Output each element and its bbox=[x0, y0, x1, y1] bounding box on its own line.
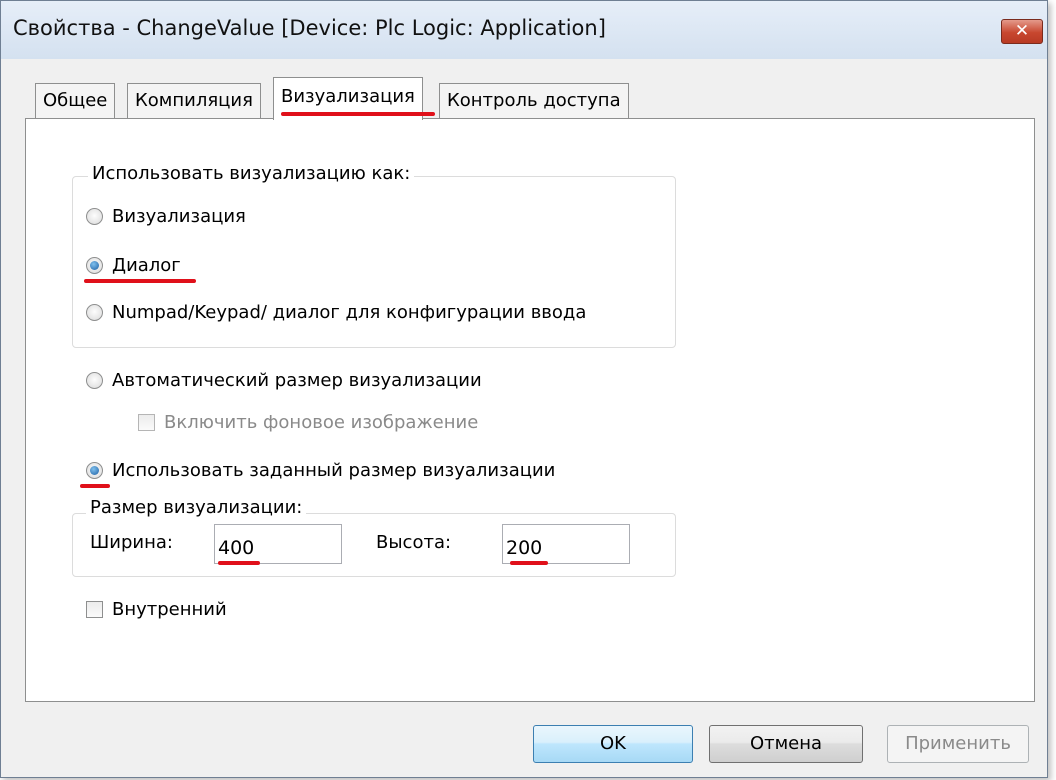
radio-numpad-keypad[interactable]: Numpad/Keypad/ диалог для конфигурации в… bbox=[86, 302, 586, 323]
checkbox-background-image[interactable]: Включить фоновое изображение bbox=[138, 412, 478, 433]
properties-dialog: Свойства - ChangeValue [Device: Plc Logi… bbox=[0, 0, 1048, 778]
radio-visualization-label: Визуализация bbox=[112, 206, 246, 227]
radio-numpad-indicator bbox=[86, 304, 103, 321]
tab-compilation[interactable]: Компиляция bbox=[127, 83, 261, 119]
dialog-highlight-underline bbox=[84, 279, 196, 283]
checkbox-internal-label: Внутренний bbox=[112, 599, 227, 620]
ok-button[interactable]: OK bbox=[533, 725, 693, 763]
radio-auto-size-label: Автоматический размер визуализации bbox=[112, 370, 482, 391]
radio-dialog[interactable]: Диалог bbox=[86, 255, 181, 276]
radio-fixed-size-indicator bbox=[86, 462, 103, 479]
apply-button[interactable]: Применить bbox=[887, 725, 1029, 763]
height-input[interactable] bbox=[502, 524, 630, 564]
radio-dialog-indicator bbox=[86, 257, 103, 274]
size-group-legend: Размер визуализации: bbox=[86, 497, 307, 518]
fixed-size-highlight-underline bbox=[80, 484, 110, 488]
radio-fixed-size[interactable]: Использовать заданный размер визуализаци… bbox=[86, 460, 555, 481]
width-label: Ширина: bbox=[90, 532, 173, 553]
title-bar[interactable]: Свойства - ChangeValue [Device: Plc Logi… bbox=[1, 1, 1047, 59]
usage-group-legend: Использовать визуализацию как: bbox=[88, 163, 415, 184]
window-title: Свойства - ChangeValue [Device: Plc Logi… bbox=[13, 16, 606, 40]
checkbox-internal[interactable]: Внутренний bbox=[86, 599, 227, 620]
radio-auto-size[interactable]: Автоматический размер визуализации bbox=[86, 370, 482, 391]
tab-highlight-underline bbox=[281, 112, 435, 116]
tab-panel-visualization: Использовать визуализацию как: Визуализа… bbox=[25, 118, 1035, 702]
height-label: Высота: bbox=[376, 532, 452, 553]
height-highlight-underline bbox=[510, 561, 548, 565]
checkbox-background-image-label: Включить фоновое изображение bbox=[164, 412, 479, 433]
radio-visualization-indicator bbox=[86, 208, 103, 225]
radio-auto-size-indicator bbox=[86, 372, 103, 389]
radio-visualization[interactable]: Визуализация bbox=[86, 206, 246, 227]
checkbox-internal-box bbox=[86, 601, 103, 618]
checkbox-background-image-box bbox=[138, 414, 155, 431]
close-button[interactable]: ✕ bbox=[1001, 19, 1043, 44]
tab-access-control[interactable]: Контроль доступа bbox=[439, 83, 629, 119]
tab-general[interactable]: Общее bbox=[35, 83, 116, 119]
radio-dialog-label: Диалог bbox=[112, 255, 181, 276]
radio-fixed-size-label: Использовать заданный размер визуализаци… bbox=[112, 460, 556, 481]
width-highlight-underline bbox=[218, 561, 260, 565]
close-icon: ✕ bbox=[1014, 21, 1030, 41]
cancel-button[interactable]: Отмена bbox=[709, 725, 863, 763]
width-input[interactable] bbox=[214, 524, 342, 564]
radio-numpad-label: Numpad/Keypad/ диалог для конфигурации в… bbox=[112, 302, 587, 323]
